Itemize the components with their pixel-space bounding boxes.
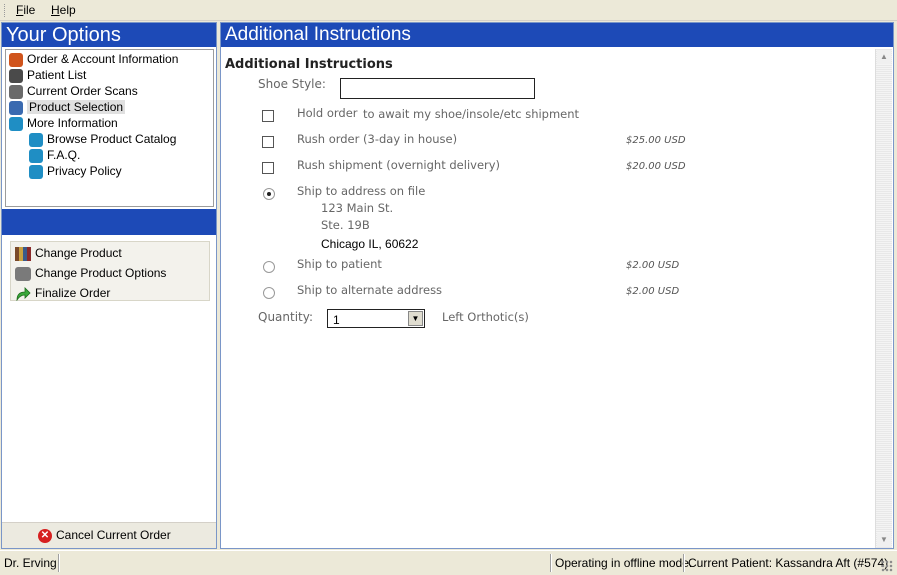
ship-alternate-price: $2.00 USD <box>626 286 680 297</box>
cancel-area: ✕ Cancel Current Order <box>2 522 216 548</box>
options-panel: Your Options Order & Account Information… <box>1 22 217 549</box>
ship-alternate-radio[interactable] <box>263 287 275 299</box>
rush-shipment-price: $20.00 USD <box>626 161 686 172</box>
shoe-style-label: Shoe Style: <box>258 77 326 91</box>
status-doctor: Dr. Erving <box>4 556 57 570</box>
product-icon <box>9 100 23 115</box>
instructions-panel: Additional Instructions Additional Instr… <box>220 22 894 549</box>
cancel-icon: ✕ <box>38 528 52 543</box>
menu-grip <box>4 4 7 17</box>
tree-item-more-information[interactable]: More Information <box>9 115 118 131</box>
vertical-scrollbar[interactable]: ▲ ▼ <box>875 49 892 548</box>
actions-box: Change Product Change Product Options Fi… <box>10 241 210 302</box>
tree-item-product-selection[interactable]: Product Selection <box>9 99 126 115</box>
status-mode: Operating in offline mode. <box>555 556 693 570</box>
ship-to-patient-label: Ship to patient <box>297 257 382 271</box>
book-icon <box>29 132 43 147</box>
address-line-2: Ste. 19B <box>321 218 370 232</box>
actions-header-bar <box>2 209 216 235</box>
patient-icon <box>9 68 23 83</box>
tree-item-order-scans[interactable]: Current Order Scans <box>9 83 138 99</box>
books-icon <box>15 246 31 261</box>
green-arrow-icon <box>15 286 31 302</box>
shoe-style-input[interactable] <box>340 78 535 99</box>
scan-icon <box>9 84 23 99</box>
info-book-icon <box>9 116 23 131</box>
rush-order-label: Rush order (3-day in house) <box>297 132 458 146</box>
finalize-order-button[interactable]: Finalize Order <box>15 284 110 302</box>
quantity-dropdown[interactable]: 1 ▼ <box>327 309 425 328</box>
rush-order-checkbox[interactable] <box>262 136 274 148</box>
book-icon <box>29 148 43 163</box>
quantity-label: Quantity: <box>258 310 314 324</box>
status-separator <box>58 554 59 572</box>
address-line-3: Chicago IL, 60622 <box>321 237 419 251</box>
rush-shipment-checkbox[interactable] <box>262 162 274 174</box>
menu-file[interactable]: File <box>16 3 35 17</box>
order-icon <box>9 52 23 67</box>
change-product-options-button[interactable]: Change Product Options <box>15 264 166 282</box>
ship-address-on-file-label: Ship to address on file <box>297 184 426 198</box>
rush-order-price: $25.00 USD <box>626 135 686 146</box>
tree-item-privacy-policy[interactable]: Privacy Policy <box>29 163 122 179</box>
ship-to-patient-price: $2.00 USD <box>626 260 680 271</box>
hold-order-suffix: to await my shoe/insole/etc shipment <box>363 107 580 121</box>
change-product-button[interactable]: Change Product <box>15 244 122 262</box>
ship-to-patient-radio[interactable] <box>263 261 275 273</box>
hold-order-checkbox[interactable] <box>262 110 274 122</box>
section-title: Additional Instructions <box>225 57 393 72</box>
scroll-up-icon[interactable]: ▲ <box>877 50 891 64</box>
options-panel-title: Your Options <box>2 23 216 47</box>
quantity-suffix: Left Orthotic(s) <box>442 310 529 324</box>
ship-address-on-file-radio[interactable] <box>263 188 275 200</box>
instructions-panel-title: Additional Instructions <box>221 23 893 47</box>
tree-item-patient-list[interactable]: Patient List <box>9 67 86 83</box>
ship-alternate-label: Ship to alternate address <box>297 283 443 297</box>
menu-bar: File Help <box>0 0 897 21</box>
book-icon <box>29 164 43 179</box>
status-patient: Current Patient: Kassandra Aft (#574) <box>688 556 889 570</box>
tree-item-order-account[interactable]: Order & Account Information <box>9 51 178 67</box>
resize-grip-icon[interactable] <box>881 560 893 572</box>
hold-order-label: Hold order <box>297 106 358 120</box>
status-separator <box>550 554 551 572</box>
chevron-down-icon[interactable]: ▼ <box>408 311 423 326</box>
tree-item-faq[interactable]: F.A.Q. <box>29 147 80 163</box>
cancel-order-button[interactable]: ✕ Cancel Current Order <box>38 528 171 543</box>
instructions-content: Additional Instructions Shoe Style: Hold… <box>221 49 875 548</box>
status-bar: Dr. Erving Operating in offline mode. Cu… <box>0 550 897 575</box>
scroll-down-icon[interactable]: ▼ <box>877 533 891 547</box>
rush-shipment-label: Rush shipment (overnight delivery) <box>297 158 501 172</box>
status-separator <box>683 554 684 572</box>
quantity-value: 1 <box>333 313 340 327</box>
menu-help[interactable]: Help <box>51 3 76 17</box>
options-tree: Order & Account Information Patient List… <box>5 49 214 207</box>
tree-item-browse-catalog[interactable]: Browse Product Catalog <box>29 131 176 147</box>
options-icon <box>15 266 31 281</box>
address-line-1: 123 Main St. <box>321 201 394 215</box>
